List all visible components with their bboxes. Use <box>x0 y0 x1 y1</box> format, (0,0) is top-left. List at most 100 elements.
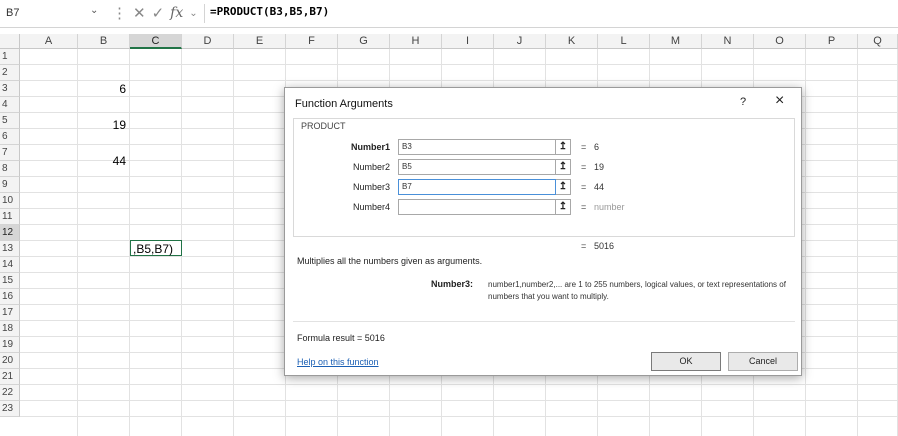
function-arguments-dialog: Function Arguments ? × PRODUCT Number1 B… <box>284 87 802 376</box>
row-header-21[interactable]: 21 <box>0 369 20 385</box>
row-header-15[interactable]: 15 <box>0 273 20 289</box>
arguments-group <box>293 118 795 237</box>
column-header-g[interactable]: G <box>338 34 390 49</box>
column-header-i[interactable]: I <box>442 34 494 49</box>
column-header-n[interactable]: N <box>702 34 754 49</box>
arg-input-number4[interactable] <box>398 199 556 215</box>
column-gridline <box>805 49 806 436</box>
row-header-16[interactable]: 16 <box>0 289 20 305</box>
column-header-a[interactable]: A <box>20 34 78 49</box>
row-header-17[interactable]: 17 <box>0 305 20 321</box>
column-header-q[interactable]: Q <box>858 34 898 49</box>
total-equals-sign: = <box>581 241 587 251</box>
row-header-18[interactable]: 18 <box>0 321 20 337</box>
row-header-11[interactable]: 11 <box>0 209 20 225</box>
column-gridline <box>857 49 858 436</box>
column-header-p[interactable]: P <box>806 34 858 49</box>
column-header-o[interactable]: O <box>754 34 806 49</box>
enter-icon[interactable]: ✓ <box>152 4 165 22</box>
column-header-h[interactable]: H <box>390 34 442 49</box>
row-header-14[interactable]: 14 <box>0 257 20 273</box>
row-header-8[interactable]: 8 <box>0 161 20 177</box>
row-header-3[interactable]: 3 <box>0 81 20 97</box>
arg-label: Number3 <box>352 182 390 192</box>
more-icon[interactable]: ⋮ <box>112 4 127 22</box>
row-header-4[interactable]: 4 <box>0 97 20 113</box>
formula-bar-icons: ⋮ ✕ ✓ fx ⌄ <box>112 3 198 23</box>
name-box-dropdown-icon[interactable]: ⌄ <box>90 5 98 16</box>
column-gridline <box>233 49 234 436</box>
row-header-9[interactable]: 9 <box>0 177 20 193</box>
row-header-6[interactable]: 6 <box>0 129 20 145</box>
column-header-f[interactable]: F <box>286 34 338 49</box>
select-all-corner[interactable] <box>0 34 20 49</box>
row-gridline <box>20 80 898 81</box>
arg-result: 6 <box>594 142 600 152</box>
row-header-19[interactable]: 19 <box>0 337 20 353</box>
arg-label: Number2 <box>352 162 390 172</box>
column-header-e[interactable]: E <box>234 34 286 49</box>
column-header-b[interactable]: B <box>78 34 130 49</box>
row-header-2[interactable]: 2 <box>0 65 20 81</box>
collapse-dialog-icon[interactable]: ↥ <box>556 199 571 215</box>
arg-label: Number1 <box>350 142 390 152</box>
equals-sign: = <box>581 162 587 172</box>
equals-sign: = <box>581 182 587 192</box>
row-header-12[interactable]: 12 <box>0 225 20 241</box>
row-gridline <box>20 416 898 417</box>
column-header-k[interactable]: K <box>546 34 598 49</box>
row-gridline <box>20 384 898 385</box>
arg-description-text: number1,number2,... are 1 to 255 numbers… <box>488 280 786 301</box>
arg-input-number1[interactable]: B3 <box>398 139 556 155</box>
cell-b3[interactable]: 6 <box>78 82 126 96</box>
help-on-function-link[interactable]: Help on this function <box>297 357 379 367</box>
collapse-dialog-icon[interactable]: ↥ <box>556 139 571 155</box>
row-header-7[interactable]: 7 <box>0 145 20 161</box>
dialog-title: Function Arguments <box>295 98 393 110</box>
row-gridline <box>20 400 898 401</box>
column-header-l[interactable]: L <box>598 34 650 49</box>
cancel-button[interactable]: Cancel <box>728 352 798 371</box>
formula-result-value: 5016 <box>364 333 385 343</box>
close-icon[interactable]: × <box>775 92 784 110</box>
arg-result-placeholder: number <box>594 202 625 212</box>
divider <box>293 321 795 322</box>
help-icon[interactable]: ? <box>740 96 746 108</box>
row-header-5[interactable]: 5 <box>0 113 20 129</box>
total-result: 5016 <box>594 241 615 251</box>
row-header-1[interactable]: 1 <box>0 49 20 65</box>
arg-description-label: Number3: <box>431 279 474 289</box>
column-header-d[interactable]: D <box>182 34 234 49</box>
arg-result: 19 <box>594 162 605 172</box>
column-header-c[interactable]: C <box>130 34 182 49</box>
cell-b5[interactable]: 19 <box>78 118 126 132</box>
row-header-10[interactable]: 10 <box>0 193 20 209</box>
collapse-dialog-icon[interactable]: ↥ <box>556 179 571 195</box>
insert-function-icon[interactable]: fx <box>170 5 183 21</box>
cell-c12-editing[interactable]: ,B5,B7) <box>130 240 182 256</box>
arg-input-number2[interactable]: B5 <box>398 159 556 175</box>
formula-bar: B7 ⌄ ⋮ ✕ ✓ fx ⌄ =PRODUCT(B3,B5,B7) <box>0 0 898 28</box>
name-box[interactable]: B7 <box>3 4 85 22</box>
function-description: Multiplies all the numbers given as argu… <box>297 256 483 266</box>
equals-sign: = <box>581 142 587 152</box>
row-header-13[interactable]: 13 <box>0 241 20 257</box>
formula-input[interactable]: =PRODUCT(B3,B5,B7) <box>210 5 329 18</box>
column-header-j[interactable]: J <box>494 34 546 49</box>
fx-dropdown-icon[interactable]: ⌄ <box>189 8 197 19</box>
collapse-dialog-icon[interactable]: ↥ <box>556 159 571 175</box>
column-header-m[interactable]: M <box>650 34 702 49</box>
formula-result-label: Formula result = <box>297 333 363 343</box>
row-gridline <box>20 64 898 65</box>
cancel-icon[interactable]: ✕ <box>133 4 146 22</box>
ok-button[interactable]: OK <box>651 352 721 371</box>
cell-b7[interactable]: 44 <box>78 154 126 168</box>
row-header-22[interactable]: 22 <box>0 385 20 401</box>
formula-result: Formula result = 5016 <box>297 333 385 343</box>
row-header-23[interactable]: 23 <box>0 401 20 417</box>
equals-sign: = <box>581 202 587 212</box>
arg-result: 44 <box>594 182 605 192</box>
row-header-20[interactable]: 20 <box>0 353 20 369</box>
arg-input-number3[interactable]: B7 <box>398 179 556 195</box>
function-name: PRODUCT <box>301 121 346 131</box>
